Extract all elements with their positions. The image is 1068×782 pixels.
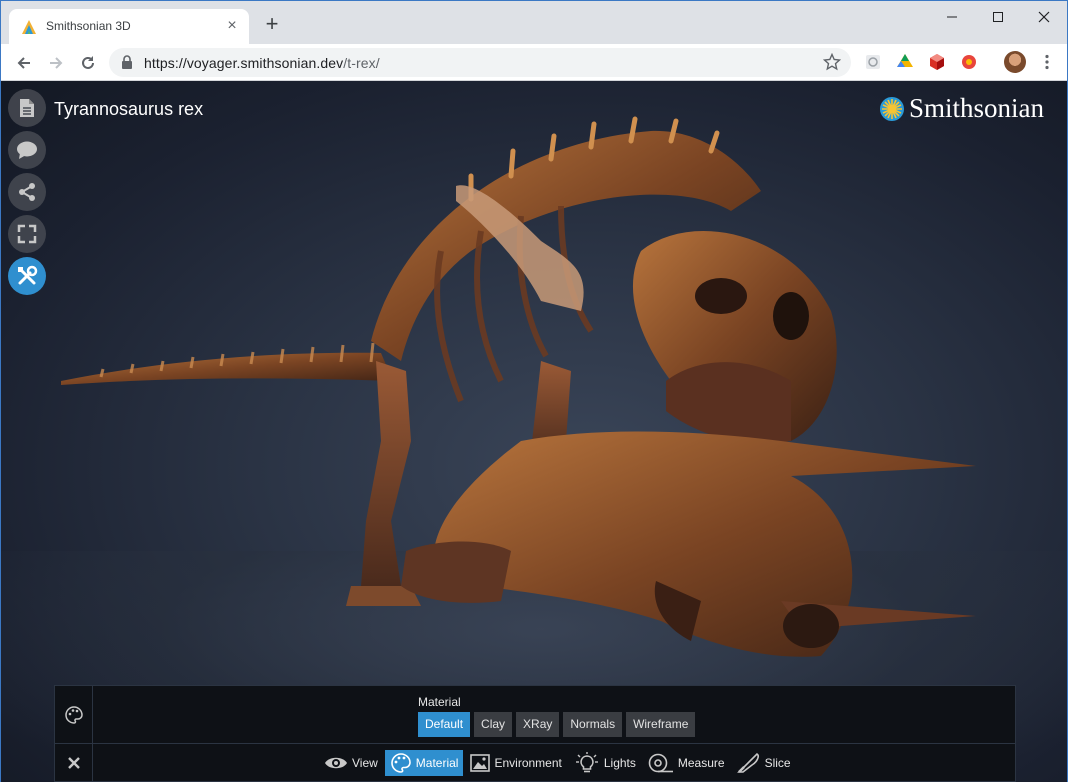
url-text: https://voyager.smithsonian.dev/t-rex/ bbox=[144, 55, 380, 71]
fullscreen-icon bbox=[17, 224, 37, 244]
tool-view-button[interactable]: View bbox=[319, 750, 383, 776]
tools-icon bbox=[18, 265, 38, 285]
material-label: Material bbox=[418, 695, 461, 709]
browser-toolbar: https://voyager.smithsonian.dev/t-rex/ bbox=[1, 44, 1067, 81]
menu-kebab-icon[interactable] bbox=[1038, 53, 1056, 71]
address-bar[interactable]: https://voyager.smithsonian.dev/t-rex/ bbox=[109, 48, 851, 77]
material-wireframe-button[interactable]: Wireframe bbox=[626, 712, 696, 737]
document-button[interactable] bbox=[8, 89, 46, 127]
profile-avatar[interactable] bbox=[1004, 51, 1026, 73]
material-normals-button[interactable]: Normals bbox=[563, 712, 623, 737]
palette-icon bbox=[391, 753, 411, 773]
image-icon bbox=[470, 754, 491, 772]
close-tools-button[interactable] bbox=[55, 744, 93, 782]
tool-measure-button[interactable]: Measure bbox=[643, 750, 730, 776]
tool-view-label: View bbox=[352, 756, 378, 770]
model-title: Tyrannosaurus rex bbox=[54, 99, 204, 119]
tool-slice-label: Slice bbox=[764, 756, 791, 770]
tape-icon bbox=[648, 753, 673, 773]
url-host: https://voyager.smithsonian.dev bbox=[144, 55, 344, 71]
arrow-left-icon bbox=[17, 57, 30, 69]
tab-strip: Smithsonian 3D × + bbox=[1, 1, 1067, 44]
new-tab-button[interactable]: + bbox=[261, 13, 283, 35]
material-settings-row: Material Default Clay XRay Normals Wiref… bbox=[55, 686, 1015, 744]
3d-viewer[interactable]: Tyrannosaurus rex Smithsonian Material D… bbox=[1, 81, 1067, 782]
smithsonian-logo[interactable]: Smithsonian bbox=[879, 93, 1044, 124]
extension-drive-icon[interactable] bbox=[896, 53, 914, 71]
extension-gear-icon[interactable] bbox=[864, 53, 882, 71]
tool-environment-label: Environment bbox=[494, 756, 562, 770]
reload-button[interactable] bbox=[75, 50, 101, 76]
minimize-button[interactable] bbox=[929, 1, 975, 33]
annotations-button[interactable] bbox=[8, 131, 46, 169]
eye-icon bbox=[325, 757, 347, 769]
smithsonian-favicon-icon bbox=[22, 20, 36, 34]
brand-name: Smithsonian bbox=[909, 93, 1045, 123]
tab-title: Smithsonian 3D bbox=[46, 19, 131, 33]
tool-panel: Material Default Clay XRay Normals Wiref… bbox=[54, 685, 1016, 782]
lock-icon bbox=[122, 55, 132, 69]
tool-lights-button[interactable]: Lights bbox=[569, 750, 641, 776]
palette-icon bbox=[64, 705, 83, 724]
arrow-right-icon bbox=[50, 57, 63, 69]
tool-measure-label: Measure bbox=[677, 756, 725, 770]
back-button[interactable] bbox=[11, 50, 37, 76]
share-icon bbox=[19, 183, 35, 201]
close-icon bbox=[67, 757, 80, 769]
document-icon bbox=[20, 99, 34, 117]
close-icon bbox=[1038, 11, 1050, 23]
fullscreen-button[interactable] bbox=[8, 215, 46, 253]
tool-material-label: Material bbox=[415, 756, 459, 770]
browser-tab[interactable]: Smithsonian 3D × bbox=[9, 9, 249, 44]
maximize-button[interactable] bbox=[975, 1, 1021, 33]
share-button[interactable] bbox=[8, 173, 46, 211]
browser-window: Smithsonian 3D × + https://voyager.smith… bbox=[0, 0, 1068, 782]
material-clay-button[interactable]: Clay bbox=[474, 712, 513, 737]
bookmark-star-icon[interactable] bbox=[823, 53, 841, 71]
material-default-button[interactable]: Default bbox=[418, 712, 471, 737]
knife-icon bbox=[736, 752, 759, 773]
annotations-icon bbox=[17, 141, 37, 159]
forward-button[interactable] bbox=[43, 50, 69, 76]
tab-close-icon[interactable]: × bbox=[223, 17, 241, 35]
bulb-icon bbox=[575, 752, 598, 773]
extension-cube-icon[interactable] bbox=[928, 53, 946, 71]
reload-icon bbox=[82, 56, 94, 69]
t-rex-triceratops-model[interactable] bbox=[1, 81, 1067, 681]
tool-bar-row: View Material Environment Lights Measure… bbox=[55, 744, 1015, 782]
tools-button[interactable] bbox=[8, 257, 46, 295]
maximize-icon bbox=[993, 12, 1003, 22]
tool-material-button[interactable]: Material bbox=[384, 750, 464, 776]
material-options: Default Clay XRay Normals Wireframe bbox=[418, 712, 699, 737]
material-settings-icon-cell bbox=[55, 686, 93, 743]
tool-environment-button[interactable]: Environment bbox=[465, 750, 566, 776]
tool-lights-label: Lights bbox=[603, 756, 636, 770]
extension-ball-icon[interactable] bbox=[960, 53, 978, 71]
tool-tabs: View Material Environment Lights Measure… bbox=[319, 749, 798, 777]
minimize-icon bbox=[947, 16, 957, 18]
tool-slice-button[interactable]: Slice bbox=[732, 750, 796, 776]
close-window-button[interactable] bbox=[1021, 1, 1067, 33]
material-xray-button[interactable]: XRay bbox=[516, 712, 560, 737]
url-path: /t-rex/ bbox=[343, 55, 380, 71]
sunburst-logo-icon bbox=[880, 96, 904, 121]
